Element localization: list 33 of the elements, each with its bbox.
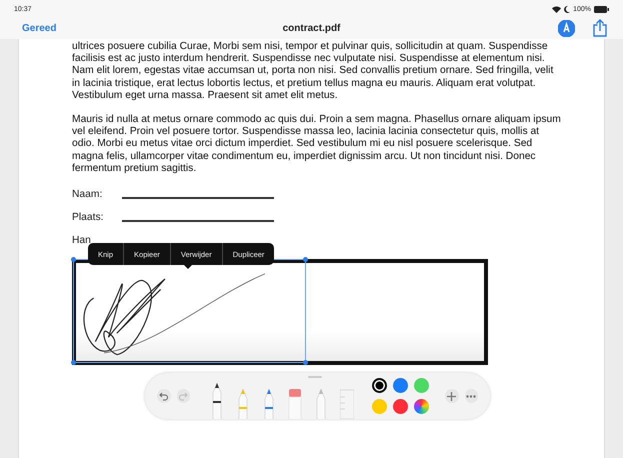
battery-icon bbox=[594, 6, 609, 13]
more-icon bbox=[466, 394, 476, 398]
markup-icon[interactable] bbox=[558, 20, 575, 36]
color-wheel-button[interactable] bbox=[414, 399, 429, 414]
color-swatch[interactable] bbox=[372, 399, 387, 414]
plus-icon bbox=[447, 392, 456, 401]
marker-tool-icon[interactable] bbox=[236, 389, 250, 420]
color-swatch[interactable] bbox=[393, 378, 408, 394]
color-swatch[interactable] bbox=[393, 399, 408, 414]
pencil-tool-icon[interactable] bbox=[262, 389, 276, 420]
body-paragraph: Mauris id nulla at metus ornare commodo ac quis dui. Proin a sem magna. Phasellus ornare aliquam ipsum vel eleifend. Proin vel posuere tortor. Suspendisse massa leo, lacinia lacinia consectetur quis, mollis at odio. Morbi eu metus vitae orci dictum imperdiet. Sed vestibulum mi eu nisl posuere scelerisque. Sed magna felis, ullamcorper vitae condimentum eu, imperdiet dignissim arcu. Ut non tincidunt nisi. Donec fermentum pretium sagittis. bbox=[72, 114, 562, 176]
done-button[interactable]: Gereed bbox=[22, 22, 56, 34]
add-button[interactable] bbox=[445, 389, 458, 404]
wifi-icon bbox=[552, 6, 562, 13]
moon-icon bbox=[564, 6, 570, 13]
selection-handle[interactable] bbox=[303, 360, 308, 366]
body-paragraph: ultrices posuere cubilia Curae, Morbi sem nisi, tempor et pulvinar quis, sollicitudin at quam. Suspendisse facilisis est ac justo interdum hendrerit. Suspendisse nec vulputate nisi. Suspendisse at elementum nisi. Nam elit lorem, egestas vitae accumsan ut, porta non nisi. Sed convallis pretium ornare. Sed fringilla, velit in lacinia tristique, erat lectus lobortis lectus, et pretium tellus magna eu mauris. Aliquam erat volutpat. Vestibulum eget urna massa. Praesent sit amet elit metus. bbox=[72, 41, 554, 102]
pen-tool-icon[interactable] bbox=[210, 383, 224, 420]
field-label: Naam: bbox=[72, 189, 104, 200]
eraser-tool-icon[interactable] bbox=[288, 389, 302, 420]
selection-handle[interactable] bbox=[71, 257, 76, 262]
color-swatch[interactable] bbox=[414, 378, 429, 394]
more-button[interactable] bbox=[464, 389, 478, 404]
selection-handle[interactable] bbox=[303, 257, 308, 262]
redo-icon bbox=[178, 392, 188, 401]
share-icon[interactable] bbox=[593, 19, 607, 37]
field-label: Han bbox=[72, 235, 92, 246]
undo-button[interactable] bbox=[157, 389, 170, 404]
undo-icon bbox=[159, 392, 168, 401]
field-label: Plaats: bbox=[72, 212, 104, 224]
selection-handle[interactable] bbox=[71, 360, 76, 366]
document-title: contract.pdf bbox=[282, 22, 340, 34]
color-swatch[interactable] bbox=[372, 378, 387, 394]
